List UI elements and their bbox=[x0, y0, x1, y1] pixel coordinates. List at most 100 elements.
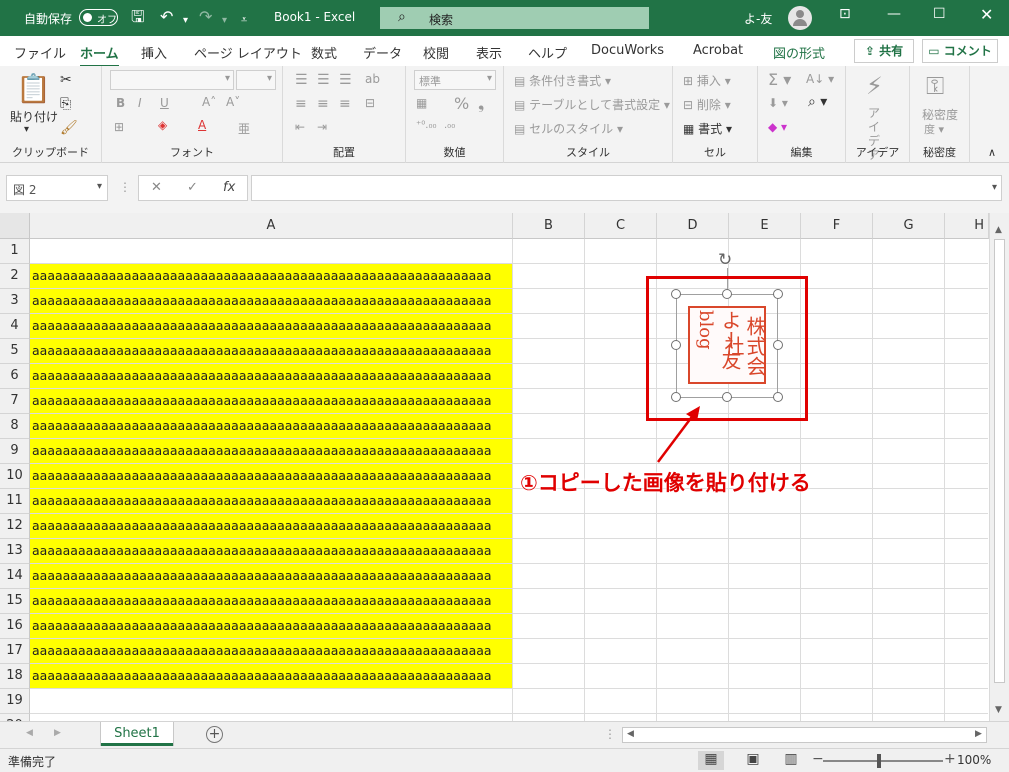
paste-dropdown-icon[interactable]: ▾ bbox=[24, 124, 29, 135]
normal-view-icon[interactable]: ▦ bbox=[698, 751, 724, 770]
insert-function-icon[interactable]: fx bbox=[223, 180, 235, 195]
font-name-combo[interactable]: ▾ bbox=[110, 70, 234, 90]
vertical-scrollbar[interactable]: ▲ ▼ bbox=[989, 213, 1009, 721]
zoom-slider[interactable] bbox=[823, 760, 943, 762]
tab-page-layout[interactable]: ページ レイアウト bbox=[194, 43, 302, 62]
cell-a[interactable]: aaaaaaaaaaaaaaaaaaaaaaaaaaaaaaaaaaaaaaaa… bbox=[30, 614, 512, 638]
tab-help[interactable]: ヘルプ bbox=[528, 43, 567, 62]
insert-cells-button[interactable]: ⊞ 挿入 ▾ bbox=[683, 72, 731, 89]
expand-formula-icon[interactable]: ▾ bbox=[992, 182, 997, 193]
sensitivity-icon[interactable]: ⚿ bbox=[926, 72, 944, 100]
zoom-slider-knob[interactable] bbox=[877, 754, 881, 768]
font-shrink-icon[interactable]: A˅ bbox=[226, 95, 240, 109]
row-header[interactable]: 19 bbox=[0, 689, 30, 714]
row-header[interactable]: 7 bbox=[0, 389, 30, 414]
paste-label[interactable]: 貼り付け bbox=[10, 108, 58, 125]
sheet-row[interactable]: aaaaaaaaaaaaaaaaaaaaaaaaaaaaaaaaaaaaaaaa… bbox=[30, 564, 988, 589]
find-select-icon[interactable]: ⌕ ▾ bbox=[808, 94, 827, 110]
next-sheet-icon[interactable]: ▶ bbox=[54, 728, 61, 738]
sheet-row[interactable]: aaaaaaaaaaaaaaaaaaaaaaaaaaaaaaaaaaaaaaaa… bbox=[30, 589, 988, 614]
align-bottom-icon[interactable]: ☰ bbox=[339, 72, 352, 88]
save-icon[interactable]: 🖫 bbox=[131, 8, 145, 26]
scroll-left-icon[interactable]: ◀ bbox=[627, 729, 634, 739]
sheet-row[interactable]: aaaaaaaaaaaaaaaaaaaaaaaaaaaaaaaaaaaaaaaa… bbox=[30, 364, 988, 389]
column-header-h[interactable]: H bbox=[945, 213, 989, 239]
row-header[interactable]: 18 bbox=[0, 664, 30, 689]
search-box[interactable]: ⌕ 検索 bbox=[380, 7, 649, 29]
sheet-row[interactable]: aaaaaaaaaaaaaaaaaaaaaaaaaaaaaaaaaaaaaaaa… bbox=[30, 439, 988, 464]
underline-icon[interactable]: U bbox=[160, 96, 169, 110]
row-header[interactable]: 3 bbox=[0, 289, 30, 314]
cell-a[interactable]: aaaaaaaaaaaaaaaaaaaaaaaaaaaaaaaaaaaaaaaa… bbox=[30, 264, 512, 288]
row-header[interactable]: 12 bbox=[0, 514, 30, 539]
column-header-a[interactable]: A bbox=[30, 213, 513, 239]
row-header[interactable]: 1 bbox=[0, 239, 30, 264]
sort-filter-icon[interactable]: A↓ ▾ bbox=[806, 72, 834, 86]
select-all-corner[interactable] bbox=[0, 213, 30, 239]
cell-a[interactable]: aaaaaaaaaaaaaaaaaaaaaaaaaaaaaaaaaaaaaaaa… bbox=[30, 439, 512, 463]
row-header[interactable]: 5 bbox=[0, 339, 30, 364]
sheet-row[interactable]: aaaaaaaaaaaaaaaaaaaaaaaaaaaaaaaaaaaaaaaa… bbox=[30, 489, 988, 514]
cell-a[interactable]: aaaaaaaaaaaaaaaaaaaaaaaaaaaaaaaaaaaaaaaa… bbox=[30, 489, 512, 513]
row-header[interactable]: 11 bbox=[0, 489, 30, 514]
ideas-icon[interactable]: ⚡ bbox=[866, 72, 883, 100]
column-header-b[interactable]: B bbox=[513, 213, 585, 239]
zoom-out-icon[interactable]: − bbox=[812, 751, 824, 767]
tab-file[interactable]: ファイル bbox=[14, 43, 66, 62]
undo-dropdown-icon[interactable]: ▾ bbox=[183, 12, 188, 30]
row-header[interactable]: 10 bbox=[0, 464, 30, 489]
number-format-combo[interactable]: 標準 ▾ bbox=[414, 70, 496, 90]
increase-decimal-icon[interactable]: ⁺⁰.₀₀ bbox=[416, 120, 436, 131]
prev-sheet-icon[interactable]: ◀ bbox=[26, 728, 33, 738]
ribbon-display-icon[interactable]: ⊡ bbox=[839, 6, 851, 22]
sheet-row[interactable]: aaaaaaaaaaaaaaaaaaaaaaaaaaaaaaaaaaaaaaaa… bbox=[30, 389, 988, 414]
fill-color-icon[interactable]: ◈ bbox=[158, 118, 167, 132]
percent-icon[interactable]: % bbox=[454, 94, 469, 113]
cell-a[interactable]: aaaaaaaaaaaaaaaaaaaaaaaaaaaaaaaaaaaaaaaa… bbox=[30, 564, 512, 588]
row-header[interactable]: 14 bbox=[0, 564, 30, 589]
sheet-row[interactable]: aaaaaaaaaaaaaaaaaaaaaaaaaaaaaaaaaaaaaaaa… bbox=[30, 514, 988, 539]
border-icon[interactable]: ⊞ bbox=[114, 120, 124, 134]
scroll-up-icon[interactable]: ▲ bbox=[995, 225, 1002, 235]
row-header[interactable]: 13 bbox=[0, 539, 30, 564]
sheet-row[interactable] bbox=[30, 714, 988, 721]
sheet-row[interactable]: aaaaaaaaaaaaaaaaaaaaaaaaaaaaaaaaaaaaaaaa… bbox=[30, 639, 988, 664]
cell-a[interactable]: aaaaaaaaaaaaaaaaaaaaaaaaaaaaaaaaaaaaaaaa… bbox=[30, 639, 512, 663]
scroll-right-icon[interactable]: ▶ bbox=[975, 729, 982, 739]
autosum-icon[interactable]: Σ ▾ bbox=[768, 70, 791, 89]
conditional-format-button[interactable]: ▤ 条件付き書式 ▾ bbox=[514, 72, 611, 89]
share-button[interactable]: ⇪ 共有 bbox=[854, 39, 914, 63]
avatar[interactable] bbox=[788, 6, 812, 30]
collapse-ribbon-icon[interactable]: ∧ bbox=[988, 146, 996, 159]
indent-increase-icon[interactable]: ⇥ bbox=[317, 120, 327, 134]
comma-icon[interactable]: ❟ bbox=[478, 94, 484, 114]
redo-icon[interactable]: ↷ bbox=[199, 8, 212, 26]
scroll-down-icon[interactable]: ▼ bbox=[995, 705, 1002, 715]
cell-a[interactable]: aaaaaaaaaaaaaaaaaaaaaaaaaaaaaaaaaaaaaaaa… bbox=[30, 364, 512, 388]
autosave-toggle[interactable]: オフ bbox=[79, 9, 118, 26]
italic-icon[interactable]: I bbox=[138, 96, 142, 110]
page-break-view-icon[interactable]: ▥ bbox=[778, 751, 804, 770]
column-header-g[interactable]: G bbox=[873, 213, 945, 239]
cut-icon[interactable]: ✂ bbox=[60, 72, 72, 88]
customize-toolbar-icon[interactable]: ⩡ bbox=[241, 11, 247, 29]
worksheet-grid[interactable]: A B C D E F G H 1 2 aaaaaaaaaaaaaaaaaaaaaa… bbox=[0, 213, 1009, 721]
row-header[interactable]: 15 bbox=[0, 589, 30, 614]
row-header[interactable]: 16 bbox=[0, 614, 30, 639]
tab-data[interactable]: データ bbox=[363, 43, 402, 62]
cancel-icon[interactable]: ✕ bbox=[151, 180, 162, 195]
redo-dropdown-icon[interactable]: ▾ bbox=[222, 12, 227, 30]
align-middle-icon[interactable]: ☰ bbox=[317, 72, 330, 88]
column-header-f[interactable]: F bbox=[801, 213, 873, 239]
row-header[interactable]: 20 bbox=[0, 714, 30, 721]
name-box[interactable]: 図 2 ▾ bbox=[6, 175, 108, 201]
sheet-tab-sheet1[interactable]: Sheet1 bbox=[101, 722, 173, 746]
phonetic-icon[interactable]: 亜 bbox=[238, 120, 250, 137]
tab-formulas[interactable]: 数式 bbox=[311, 43, 337, 62]
format-painter-icon[interactable]: 🖌 bbox=[60, 120, 78, 136]
tab-splitter-icon[interactable]: ⋮ bbox=[604, 727, 616, 741]
add-sheet-icon[interactable]: + bbox=[206, 726, 223, 743]
sheet-row[interactable]: aaaaaaaaaaaaaaaaaaaaaaaaaaaaaaaaaaaaaaaa… bbox=[30, 414, 988, 439]
format-as-table-button[interactable]: ▤ テーブルとして書式設定 ▾ bbox=[514, 96, 670, 113]
cell-a[interactable]: aaaaaaaaaaaaaaaaaaaaaaaaaaaaaaaaaaaaaaaa… bbox=[30, 664, 512, 688]
